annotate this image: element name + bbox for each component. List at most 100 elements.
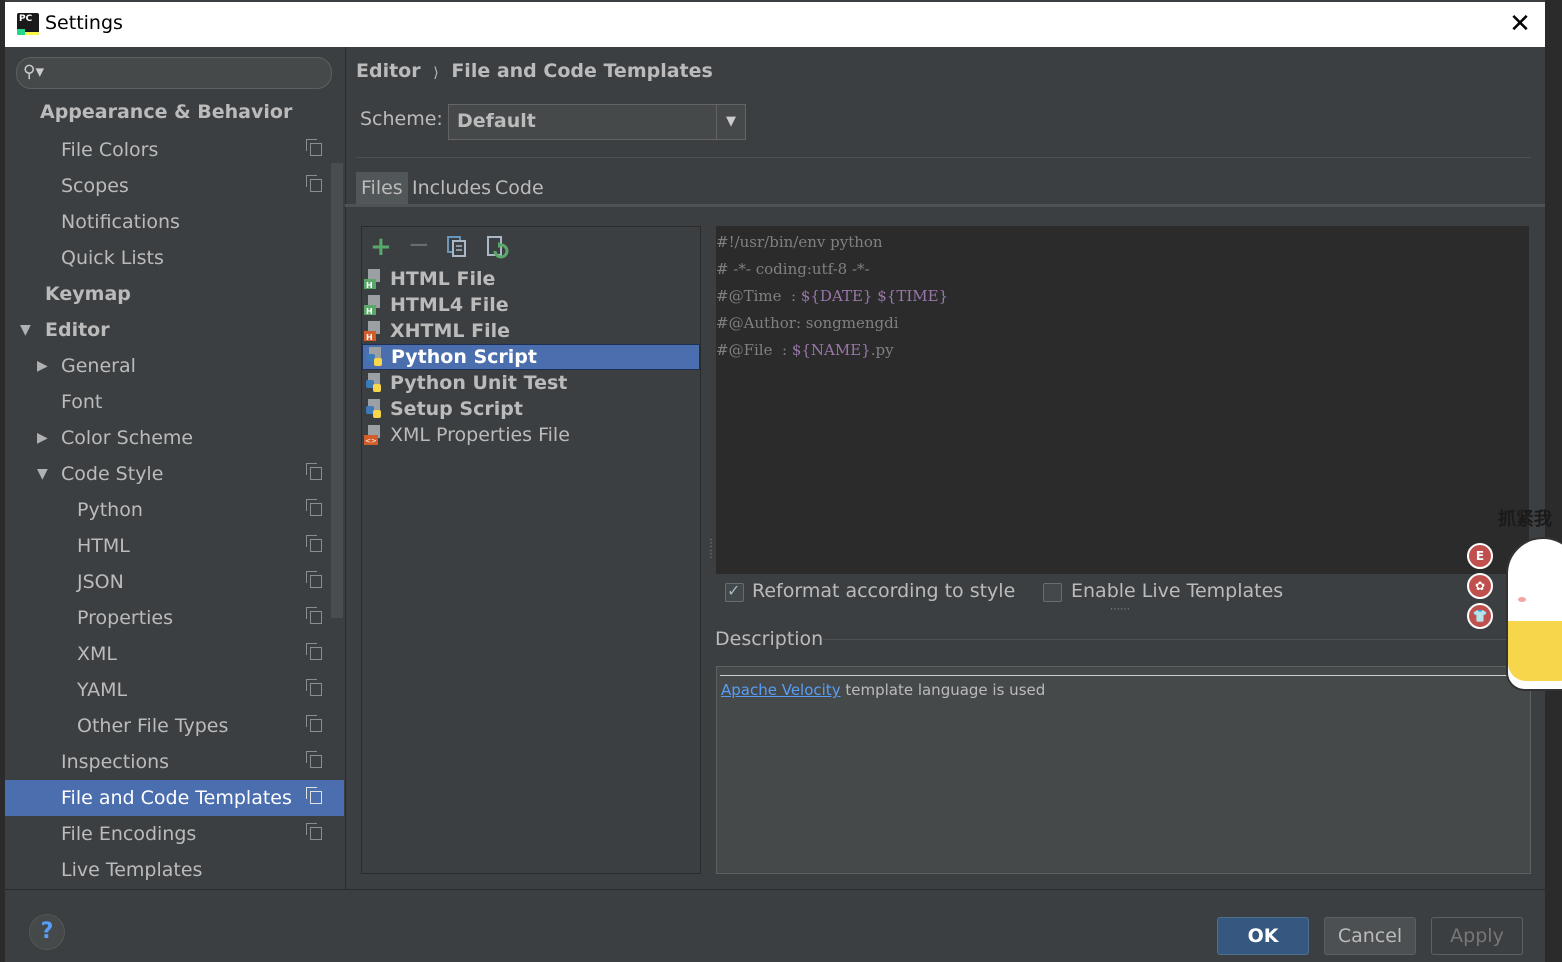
- sidebar-item-live-templates[interactable]: Live Templates: [5, 852, 331, 888]
- sidebar-item-properties[interactable]: Properties: [5, 600, 331, 636]
- template-item-xhtml-file[interactable]: H XHTML File: [362, 318, 698, 344]
- chevron-down-icon[interactable]: ▼: [20, 312, 31, 348]
- divider: [5, 889, 1545, 890]
- template-item-html-file[interactable]: H HTML File: [362, 266, 698, 292]
- project-scope-icon: [306, 499, 322, 516]
- template-item-python-script[interactable]: Python Script: [362, 344, 700, 370]
- add-icon[interactable]: +: [370, 234, 392, 260]
- sidebar-item-file-and-code-templates[interactable]: File and Code Templates: [5, 780, 344, 816]
- splitter-handle[interactable]: ⋮ ⋮: [706, 538, 716, 562]
- template-item-python-unit-test[interactable]: Python Unit Test: [362, 370, 698, 396]
- python-file-icon: [364, 373, 384, 393]
- sidebar-item-json[interactable]: JSON: [5, 564, 331, 600]
- cancel-button[interactable]: Cancel: [1324, 917, 1416, 955]
- sidebar-item-label: Live Templates: [61, 859, 203, 881]
- floating-cat-widget[interactable]: 抓紧我 E ✿ 👕: [1462, 505, 1562, 705]
- svg-text:H: H: [366, 281, 373, 289]
- svg-text:<>: <>: [365, 437, 377, 445]
- live-templates-label[interactable]: Enable Live Templates: [1071, 580, 1283, 602]
- sidebar-item-color-scheme[interactable]: ▶ Color Scheme: [5, 420, 331, 456]
- sidebar-item-file-encodings[interactable]: File Encodings: [5, 816, 331, 852]
- live-templates-checkbox[interactable]: [1043, 583, 1062, 602]
- tab-includes[interactable]: Includes: [407, 172, 496, 204]
- ok-button[interactable]: OK: [1217, 917, 1309, 955]
- project-scope-icon: [306, 715, 322, 732]
- sidebar-item-label: File and Code Templates: [61, 787, 292, 809]
- apache-velocity-link[interactable]: Apache Velocity: [721, 681, 841, 699]
- sidebar-item-xml[interactable]: XML: [5, 636, 331, 672]
- project-scope-icon: [306, 139, 322, 156]
- sidebar-item-quick-lists[interactable]: Quick Lists: [5, 240, 331, 276]
- sticker-e-icon[interactable]: E: [1467, 543, 1493, 569]
- python-file-icon: [364, 399, 384, 419]
- pycharm-icon: PC: [17, 13, 39, 35]
- scheme-label: Scheme:: [360, 108, 443, 130]
- sidebar-item-label: Font: [61, 391, 103, 413]
- sidebar-item-appearance-behavior[interactable]: Appearance & Behavior: [5, 94, 331, 130]
- sidebar-item-scopes[interactable]: Scopes: [5, 168, 331, 204]
- project-scope-icon: [306, 175, 322, 192]
- close-icon[interactable]: ✕: [1505, 9, 1535, 39]
- sidebar-item-general[interactable]: ▶ General: [5, 348, 331, 384]
- sidebar-item-label: Properties: [77, 607, 174, 629]
- xml-file-icon: <>: [364, 425, 384, 445]
- reformat-checkbox[interactable]: [725, 581, 744, 602]
- sticker-shirt-icon[interactable]: 👕: [1467, 603, 1493, 629]
- tab-code[interactable]: Code: [490, 172, 549, 204]
- sidebar-item-label: XML: [77, 643, 117, 665]
- sidebar-scrollbar[interactable]: [331, 163, 343, 618]
- svg-text:H: H: [366, 333, 373, 341]
- template-item-html4-file[interactable]: H HTML4 File: [362, 292, 698, 318]
- template-item-setup-script[interactable]: Setup Script: [362, 396, 698, 422]
- html-file-icon: H: [364, 269, 384, 290]
- sidebar-item-label: YAML: [77, 679, 128, 701]
- template-item-label: HTML4 File: [390, 294, 509, 316]
- template-editor[interactable]: #!/usr/bin/env python # -*- coding:utf-8…: [716, 226, 1529, 574]
- sidebar-item-notifications[interactable]: Notifications: [5, 204, 331, 240]
- description-label: Description: [715, 628, 824, 650]
- sticker-flower-icon[interactable]: ✿: [1467, 573, 1493, 599]
- sidebar-item-other-file-types[interactable]: Other File Types: [5, 708, 331, 744]
- breadcrumb: Editor ⟩ File and Code Templates: [356, 60, 713, 82]
- project-scope-icon: [306, 607, 322, 624]
- remove-icon[interactable]: −: [408, 232, 430, 258]
- resize-grip[interactable]: ⋯⋯: [1110, 604, 1130, 615]
- template-item-xml-properties-file[interactable]: <> XML Properties File: [362, 422, 698, 448]
- sidebar-item-label: Editor: [45, 319, 110, 341]
- chevron-down-icon[interactable]: ▼: [37, 456, 48, 492]
- project-scope-icon: [306, 823, 322, 840]
- window-right-edge: [1545, 0, 1562, 962]
- copy-template-icon[interactable]: [446, 235, 466, 257]
- description-text: Apache Velocity template language is use…: [721, 681, 1046, 699]
- reset-template-icon[interactable]: [485, 235, 509, 259]
- sidebar-item-editor[interactable]: ▼ Editor: [5, 312, 331, 348]
- sidebar-item-yaml[interactable]: YAML: [5, 672, 331, 708]
- sidebar-item-label: File Encodings: [61, 823, 197, 845]
- apply-button[interactable]: Apply: [1431, 917, 1523, 955]
- chevron-right-icon[interactable]: ▶: [37, 348, 48, 384]
- help-button[interactable]: ?: [29, 914, 65, 950]
- breadcrumb-parent[interactable]: Editor: [356, 60, 421, 82]
- python-file-icon: [365, 347, 385, 367]
- search-input[interactable]: ⚲▾: [16, 57, 332, 89]
- code-line: #@Author: songmengdi: [716, 314, 899, 332]
- sidebar-item-python[interactable]: Python: [5, 492, 331, 528]
- sidebar-item-font[interactable]: Font: [5, 384, 331, 420]
- breadcrumb-separator: ⟩: [433, 65, 439, 81]
- project-scope-icon: [306, 787, 322, 804]
- sidebar-item-inspections[interactable]: Inspections: [5, 744, 331, 780]
- sidebar-item-html[interactable]: HTML: [5, 528, 331, 564]
- sidebar-item-code-style[interactable]: ▼ Code Style: [5, 456, 331, 492]
- divider: [356, 157, 1531, 158]
- tab-files[interactable]: Files: [356, 172, 408, 204]
- sidebar-item-file-colors[interactable]: File Colors: [5, 132, 331, 168]
- sidebar-item-label: General: [61, 355, 136, 377]
- reformat-label[interactable]: Reformat according to style: [752, 580, 1015, 602]
- chevron-down-icon[interactable]: ▼: [716, 105, 745, 139]
- scheme-dropdown[interactable]: Default ▼: [448, 104, 746, 140]
- breadcrumb-current: File and Code Templates: [451, 60, 713, 82]
- svg-text:H: H: [366, 307, 373, 315]
- sidebar-item-keymap[interactable]: Keymap: [5, 276, 331, 312]
- chevron-right-icon[interactable]: ▶: [37, 420, 48, 456]
- sidebar-item-label: Keymap: [45, 283, 131, 305]
